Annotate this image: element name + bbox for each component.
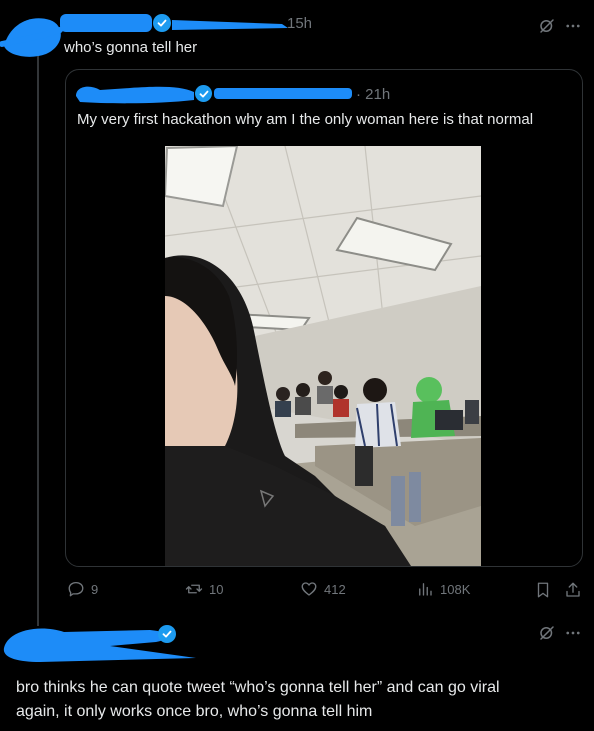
like-count: 412 bbox=[324, 581, 346, 597]
reply-button[interactable]: 9 bbox=[67, 580, 98, 598]
grok-icon[interactable] bbox=[536, 622, 558, 644]
quote-time[interactable]: · 21h bbox=[356, 86, 390, 103]
more-icon[interactable] bbox=[562, 15, 584, 37]
verified-icon bbox=[195, 85, 212, 102]
reply-body-line1: bro thinks he can quote tweet “who’s gon… bbox=[16, 679, 500, 696]
bookmark-icon[interactable] bbox=[533, 580, 553, 600]
views-icon bbox=[419, 583, 432, 596]
reply-count: 9 bbox=[91, 581, 99, 597]
share-icon[interactable] bbox=[563, 580, 583, 600]
retweet-icon bbox=[185, 584, 203, 594]
views-button[interactable]: 108K bbox=[416, 580, 470, 598]
like-icon bbox=[301, 582, 317, 596]
avatar-redacted[interactable] bbox=[0, 6, 70, 58]
reply-icon bbox=[68, 581, 84, 597]
grok-icon[interactable] bbox=[536, 15, 558, 37]
tweet-body: who’s gonna tell her bbox=[64, 39, 198, 56]
thread-line bbox=[37, 56, 39, 626]
views-count: 108K bbox=[440, 581, 471, 597]
handle-redacted[interactable] bbox=[170, 14, 290, 34]
reply-body-line2: again, it only works once bro, who’s gon… bbox=[16, 703, 373, 720]
retweet-button[interactable]: 10 bbox=[185, 580, 223, 598]
quote-body: My very first hackathon why am I the onl… bbox=[77, 111, 534, 128]
retweet-count: 10 bbox=[209, 581, 224, 597]
author-name-redacted[interactable] bbox=[60, 14, 152, 32]
verified-icon bbox=[158, 625, 176, 643]
like-button[interactable]: 412 bbox=[300, 580, 346, 598]
quote-author-redacted[interactable] bbox=[70, 80, 200, 106]
tweet-time[interactable]: 15h bbox=[287, 15, 312, 32]
more-icon[interactable] bbox=[562, 622, 584, 644]
quoted-tweet-photo[interactable] bbox=[165, 146, 481, 566]
verified-icon bbox=[153, 14, 171, 32]
quote-handle-redacted[interactable] bbox=[214, 88, 352, 99]
